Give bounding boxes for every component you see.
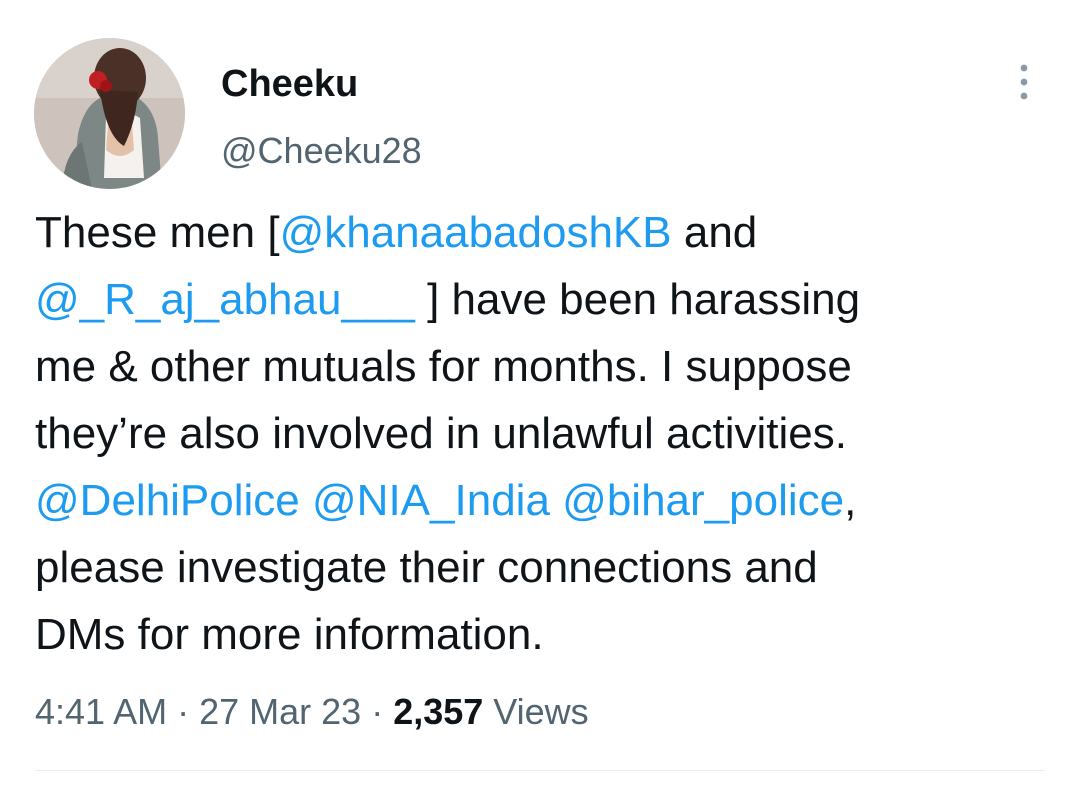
user-handle[interactable]: @Cheeku28 [221,128,422,174]
display-name[interactable]: Cheeku [221,60,358,108]
mention-link[interactable]: @bihar_police [562,476,844,525]
tweet-text-segment: These men [ [35,208,280,257]
tweet-meta: 4:41 AM · 27 Mar 23 · 2,357 Views [35,688,589,736]
tweet-line: DMs for more information. [35,601,1045,668]
tweet-time[interactable]: 4:41 AM [35,691,167,732]
tweet-date[interactable]: 27 Mar 23 [199,691,361,732]
tweet-text-segment: , [844,476,857,525]
more-vertical-icon [1020,64,1028,100]
views-count[interactable]: 2,357 [393,691,483,732]
tweet-text-segment: and [671,208,758,257]
avatar[interactable] [34,38,185,189]
tweet-text-segment: me & other mutuals for months. I suppose [35,342,852,391]
tweet-text-segment: please investigate their connections and [35,543,818,592]
mention-link[interactable]: @khanaabadoshKB [280,208,672,257]
tweet-text-segment [300,476,312,525]
tweet-line: please investigate their connections and [35,534,1045,601]
avatar-photo [34,38,185,189]
views-label: Views [483,691,589,732]
mention-link[interactable]: @_R_aj_abhau___ [35,275,415,324]
meta-separator: · [361,691,394,732]
tweet-line: These men [@khanaabadoshKB and [35,199,1045,266]
mention-link[interactable]: @DelhiPolice [35,476,300,525]
tweet-line: they’re also involved in unlawful activi… [35,400,1045,467]
more-options-button[interactable] [1006,62,1042,102]
tweet-text: These men [@khanaabadoshKB and @_R_aj_ab… [35,199,1045,668]
tweet-line: @DelhiPolice @NIA_India @bihar_police, [35,467,1045,534]
divider [35,770,1045,771]
tweet-text-segment: DMs for more information. [35,610,544,659]
tweet-text-segment [550,476,562,525]
meta-separator: · [167,691,200,732]
mention-link[interactable]: @NIA_India [312,476,550,525]
tweet-line: me & other mutuals for months. I suppose [35,333,1045,400]
tweet-text-segment: ] have been harassing [414,275,861,324]
tweet-text-segment: they’re also involved in unlawful activi… [35,409,847,458]
tweet-line: @_R_aj_abhau___ ] have been harassing [35,266,1045,333]
